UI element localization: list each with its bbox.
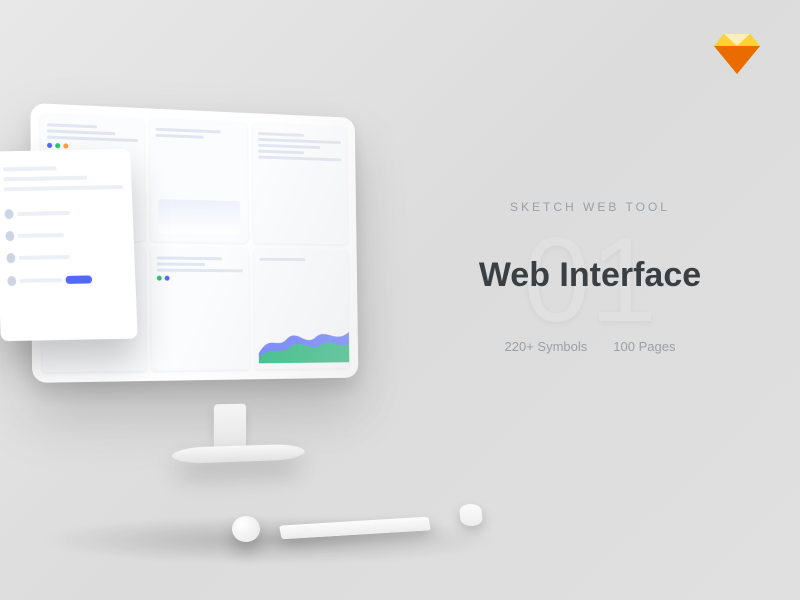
sketch-diamond-icon — [714, 32, 760, 79]
floor-shadow — [40, 516, 500, 564]
mouse — [459, 504, 483, 527]
area-chart-icon — [259, 320, 350, 364]
floating-ui-card — [0, 149, 138, 341]
dashboard-panel-area — [254, 249, 349, 370]
dashboard-panel — [150, 247, 250, 371]
dial-knob — [232, 516, 260, 542]
monitor-stand — [172, 403, 286, 476]
dashboard-panel — [253, 123, 348, 244]
page-title: Web Interface — [440, 256, 740, 295]
dashboard-panel — [149, 118, 248, 242]
hero-text-block: SKETCH WEB TOOL 01 Web Interface 220+ Sy… — [440, 200, 740, 354]
eyebrow-label: SKETCH WEB TOOL — [440, 200, 740, 214]
